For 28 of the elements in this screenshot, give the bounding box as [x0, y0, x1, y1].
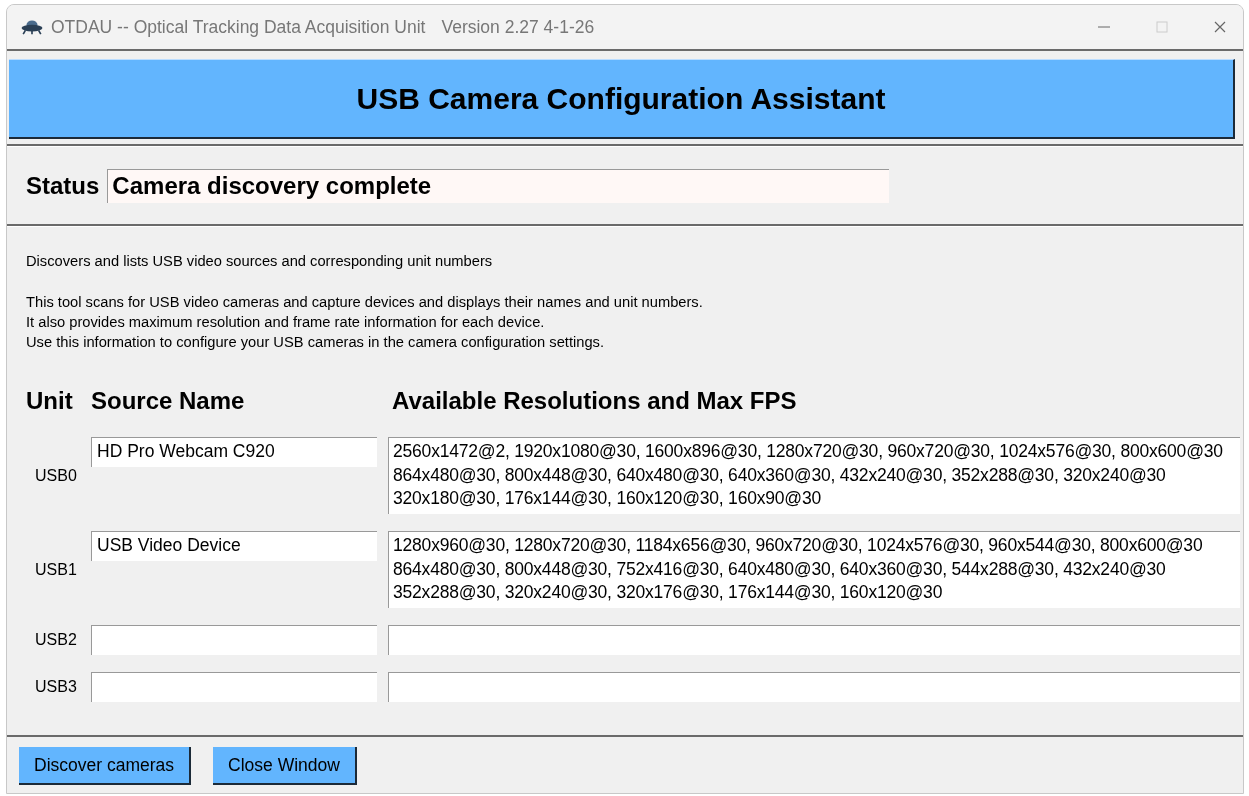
window-title: OTDAU -- Optical Tracking Data Acquisition Unit [51, 16, 426, 38]
unit-label: USB2 [34, 631, 78, 649]
status-field: Camera discovery complete [107, 168, 890, 203]
description-paragraph: This tool scans for USB video cameras and capture devices and displays their names and unit numbers. It also provides maximum resolution and frame rate information for each device. Use this information to configure your USB cameras in the camera configuration settings. [26, 293, 704, 352]
description-text: Discovers and lists USB video sources and corresponding unit numbers [26, 252, 494, 271]
saucer-icon [21, 19, 43, 35]
resolutions-field[interactable] [388, 672, 1240, 702]
minimize-icon [1097, 26, 1111, 28]
source-name-field[interactable] [91, 672, 377, 702]
resolutions-field[interactable]: 2560x1472@2, 1920x1080@30, 1600x896@30, 1280x720@30, 960x720@30, 1024x576@30, 800x600@30 864x480@30, 800x448@30, 640x480@30, 640x360@30, 432x240@30, 352x288@30, 320x240@30 320x180@30, 176x144@30, 160x120@30, 160x90@30 [388, 437, 1240, 514]
banner-title: USB Camera Configuration Assistant [9, 59, 1235, 139]
version-label: Version 2.27 4-1-26 [441, 16, 595, 38]
status-label: Status [26, 171, 100, 200]
source-name-field[interactable]: HD Pro Webcam C920 [91, 437, 377, 467]
resolutions-field[interactable]: 1280x960@30, 1280x720@30, 1184x656@30, 960x720@30, 1024x576@30, 960x544@30, 800x600@30 864x480@30, 800x448@30, 752x416@30, 640x480@30, 640x360@30, 544x288@30, 432x240@30 352x288@30, 320x240@30, 320x176@30, 176x144@30, 160x120@30 [388, 531, 1240, 608]
unit-label: USB0 [34, 466, 78, 485]
close-icon [1214, 21, 1226, 33]
close-window-button[interactable]: Close Window [213, 747, 357, 785]
discover-cameras-button[interactable]: Discover cameras [19, 747, 192, 785]
source-name-header: Source Name [91, 386, 246, 416]
unit-header: Unit [26, 386, 74, 416]
unit-label: USB3 [34, 678, 78, 696]
resolutions-field[interactable] [388, 625, 1240, 655]
unit-label: USB1 [34, 560, 78, 579]
source-name-field[interactable] [91, 625, 377, 655]
source-name-field[interactable]: USB Video Device [91, 531, 377, 561]
resolutions-header: Available Resolutions and Max FPS [391, 386, 798, 416]
maximize-icon [1156, 21, 1168, 33]
